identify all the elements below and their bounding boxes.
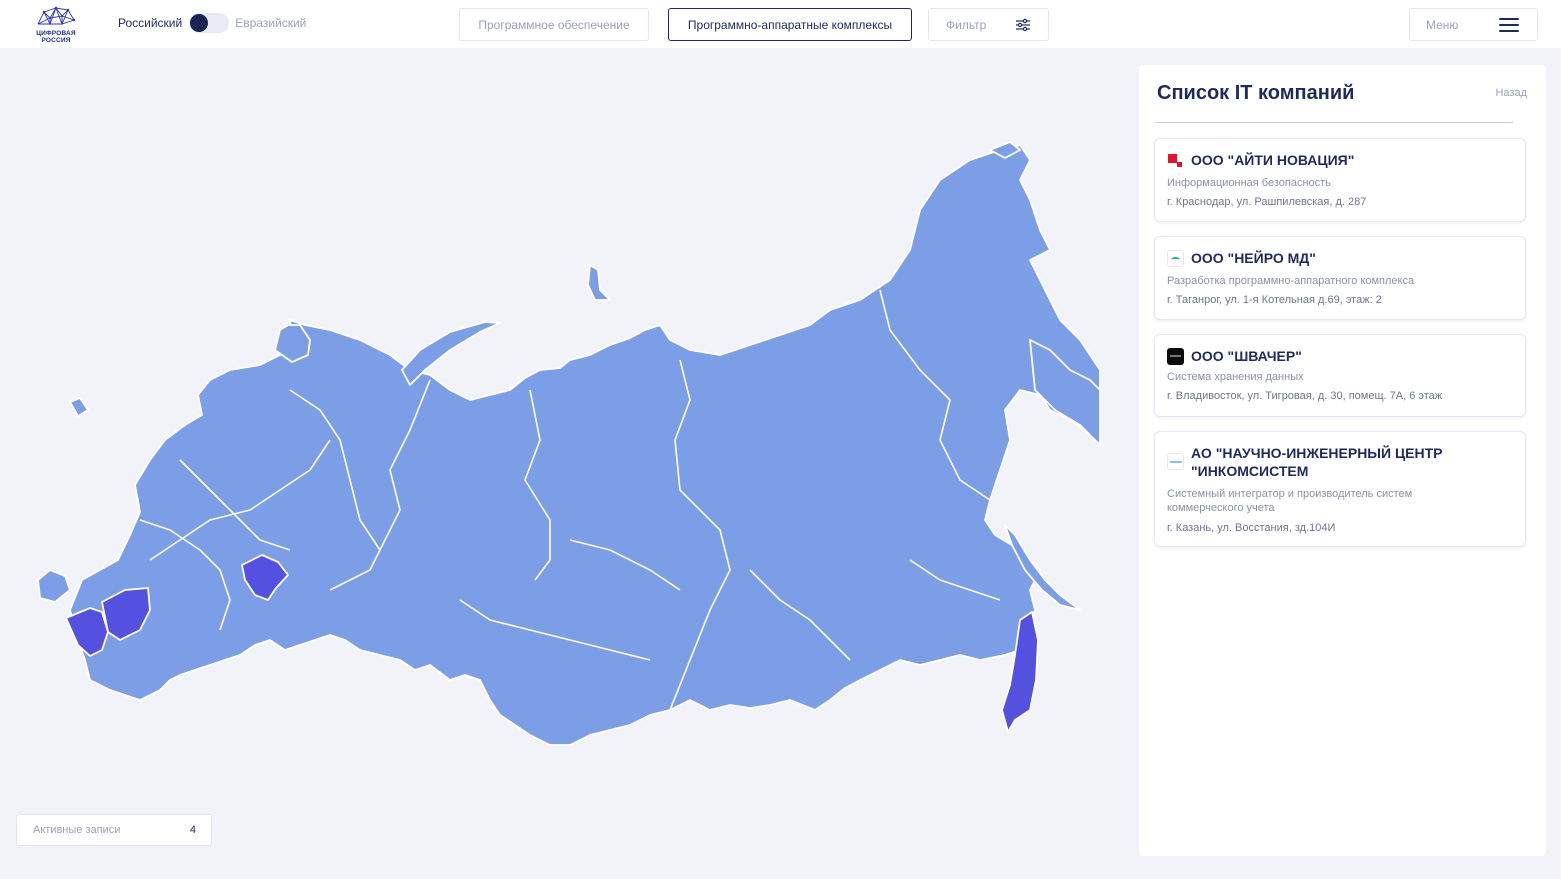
company-address: г. Таганрог, ул. 1-я Котельная д.69, эта… <box>1167 294 1382 306</box>
map-region-main[interactable] <box>69 144 1101 746</box>
tab-software[interactable]: Программное обеспечение <box>459 8 649 41</box>
company-logo-icon <box>1167 453 1184 470</box>
region-toggle-group: Российский Евразийский <box>118 12 306 34</box>
menu-button[interactable]: Меню <box>1409 8 1538 41</box>
logo-text: ЦИФРОВАЯ РОССИЯ <box>30 30 82 44</box>
top-bar: ЦИФРОВАЯ РОССИЯ Российский Евразийский П… <box>0 0 1561 48</box>
hamburger-icon <box>1499 18 1519 32</box>
tab-hardware-complexes[interactable]: Программно-аппаратные комплексы <box>668 8 912 41</box>
sliders-icon <box>1016 18 1030 32</box>
company-address: г. Владивосток, ул. Тигровая, д. 30, пом… <box>1167 390 1443 402</box>
company-logo-icon <box>1167 348 1184 365</box>
region-toggle-switch[interactable] <box>189 13 230 33</box>
company-name: ООО "АЙТИ НОВАЦИЯ" <box>1191 152 1355 168</box>
company-card[interactable]: ООО "НЕЙРО МД" Разработка программно-апп… <box>1154 236 1526 320</box>
logo-text-line2: РОССИЯ <box>41 37 71 44</box>
map-region-severnaya-zemlya[interactable] <box>587 264 611 301</box>
map-region-crimea[interactable] <box>37 569 71 603</box>
company-name: АО "НАУЧНО-ИНЖЕНЕРНЫЙ ЦЕНТР "ИНКОМСИСТЕМ <box>1191 445 1443 479</box>
toggle-knob <box>190 14 209 32</box>
company-name: ООО "ШВАЧЕР" <box>1191 348 1302 364</box>
russia-regions-map[interactable] <box>30 140 1110 750</box>
map-region-krasnodar[interactable] <box>65 607 109 657</box>
map-region-novaya-zemlya[interactable] <box>401 321 501 386</box>
logo-text-line1: ЦИФРОВАЯ <box>36 30 76 37</box>
active-records-label: Активные записи <box>33 824 121 836</box>
company-address: г. Казань, ул. Восстания, зд.104И <box>1167 522 1336 534</box>
filter-label: Фильтр <box>946 17 987 32</box>
company-category: Системный интегратор и производитель сис… <box>1167 488 1413 514</box>
toggle-label-russian[interactable]: Российский <box>118 16 182 30</box>
map-region-kaliningrad[interactable] <box>69 397 89 417</box>
active-records-count: 4 <box>189 824 196 836</box>
company-address: г. Краснодар, ул. Рашпилевская, д. 287 <box>1167 196 1367 208</box>
company-card[interactable]: ООО "АЙТИ НОВАЦИЯ" Информационная безопа… <box>1154 138 1526 222</box>
company-category: Информационная безопасность <box>1167 177 1331 189</box>
panel-title: Список IT компаний <box>1157 82 1355 104</box>
company-name: ООО "НЕЙРО МД" <box>1191 250 1316 266</box>
toggle-label-eurasian[interactable]: Евразийский <box>235 16 306 30</box>
company-category: Разработка программно-аппаратного компле… <box>1167 275 1415 287</box>
company-category: Система хранения данных <box>1167 371 1304 383</box>
company-logo-icon <box>1167 152 1184 169</box>
company-card[interactable]: ООО "ШВАЧЕР" Система хранения данных г. … <box>1154 334 1526 417</box>
menu-label: Меню <box>1426 17 1459 32</box>
active-records-counter: Активные записи 4 <box>16 814 212 846</box>
digital-russia-logo[interactable]: ЦИФРОВАЯ РОССИЯ <box>30 4 82 46</box>
companies-panel: Список IT компаний Назад ООО "АЙТИ НОВАЦ… <box>1139 65 1546 856</box>
panel-divider <box>1155 122 1513 123</box>
logo-mesh-icon <box>37 6 76 26</box>
company-logo-icon <box>1167 250 1184 267</box>
back-link[interactable]: Назад <box>1495 87 1527 99</box>
company-card[interactable]: АО "НАУЧНО-ИНЖЕНЕРНЫЙ ЦЕНТР "ИНКОМСИСТЕМ… <box>1154 431 1526 547</box>
filter-button[interactable]: Фильтр <box>928 8 1049 41</box>
